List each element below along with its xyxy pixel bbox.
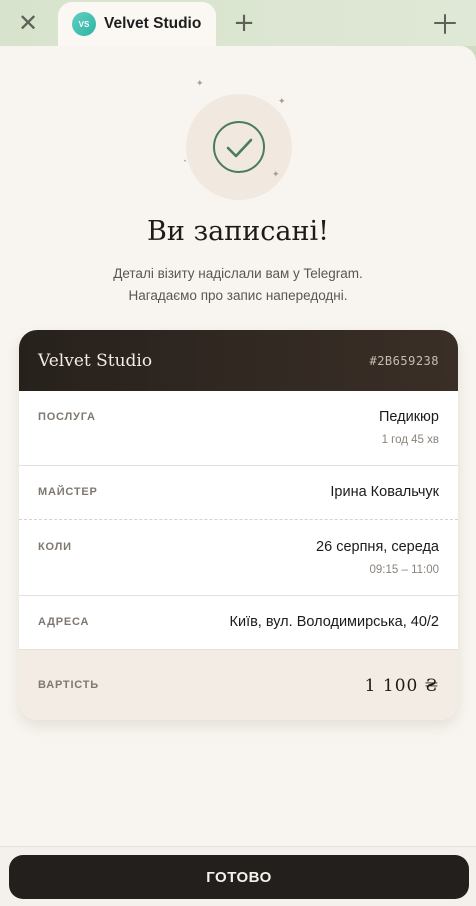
when-label: КОЛИ: [38, 541, 72, 553]
subtitle-line-2: Нагадаємо про запис напередодні.: [128, 288, 348, 303]
price-value: 1 100 ₴: [364, 676, 439, 696]
tab-velvet-studio[interactable]: VS Velvet Studio: [58, 2, 216, 46]
studio-name: Velvet Studio: [38, 350, 153, 371]
service-label: ПОСЛУГА: [38, 411, 96, 423]
price-row: ВАРТІСТЬ 1 100 ₴: [19, 649, 458, 720]
footer-bar: ГОТОВО: [0, 846, 476, 906]
address-label: АДРЕСА: [38, 616, 90, 628]
new-tab-icon[interactable]: +: [230, 8, 258, 38]
sparkle-icon: •: [184, 159, 187, 165]
subtitle-line-1: Деталі візиту надіслали вам у Telegram.: [113, 266, 363, 281]
tab-bar: ✕ VS Velvet Studio +: [0, 0, 476, 46]
address-row: АДРЕСА Київ, вул. Володимирська, 40/2: [19, 596, 458, 649]
service-duration: 1 год 45 хв: [381, 434, 439, 446]
address-value: Київ, вул. Володимирська, 40/2: [229, 614, 439, 630]
booking-code: #2B659238: [369, 353, 439, 368]
master-value: Ірина Ковальчук: [330, 484, 439, 500]
service-row: ПОСЛУГА Педикюр 1 год 45 хв: [19, 391, 458, 466]
tab-title: Velvet Studio: [104, 15, 202, 32]
master-row: МАЙСТЕР Ірина Ковальчук: [19, 466, 458, 520]
page-title: Ви записані!: [147, 216, 329, 247]
service-value: Педикюр: [378, 409, 439, 425]
close-icon[interactable]: ✕: [14, 10, 42, 36]
master-label: МАЙСТЕР: [38, 486, 98, 498]
sparkle-icon: ✦: [196, 78, 204, 88]
tab-logo: VS: [72, 12, 96, 36]
price-label: ВАРТІСТЬ: [38, 679, 100, 691]
confirmation-sheet: ✦ ✦ • ✦ Ви записані! Деталі візиту надіс…: [0, 46, 476, 906]
when-row: КОЛИ 26 серпня, середа 09:15 – 11:00: [19, 520, 458, 596]
sparkle-icon: ✦: [272, 169, 280, 179]
booking-card: Velvet Studio #2B659238 ПОСЛУГА Педикюр …: [19, 330, 458, 720]
collapse-icon[interactable]: [432, 12, 458, 36]
when-date: 26 серпня, середа: [316, 539, 439, 555]
success-badge: [186, 94, 292, 200]
checkmark-icon: [213, 121, 265, 173]
booking-card-header: Velvet Studio #2B659238: [19, 330, 458, 391]
sparkle-icon: ✦: [278, 96, 286, 106]
done-button[interactable]: ГОТОВО: [9, 855, 469, 899]
when-time: 09:15 – 11:00: [369, 564, 440, 576]
